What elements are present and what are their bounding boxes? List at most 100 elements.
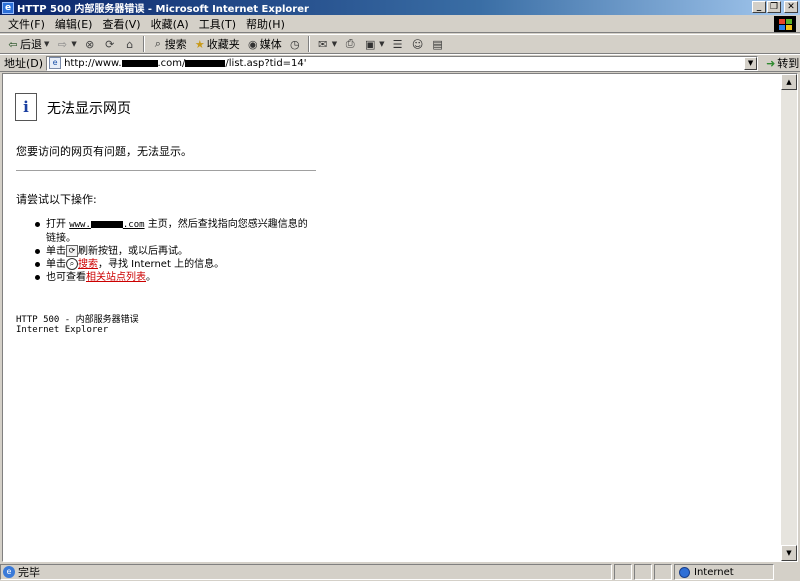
research-icon: ▤	[432, 37, 443, 51]
favorites-button[interactable]: ★ 收藏夹	[190, 35, 243, 53]
home-icon: ⌂	[126, 37, 134, 51]
address-label: 地址(D)	[4, 57, 44, 70]
step-text: 单击	[46, 246, 66, 257]
search-label: 搜索	[164, 38, 187, 51]
edit-icon: ▣	[364, 37, 376, 51]
page-content: i 无法显示网页 您要访问的网页有问题，无法显示。 请尝试以下操作: 打开 ww…	[2, 73, 798, 562]
history-button[interactable]: ◷	[285, 35, 305, 53]
related-sites-link[interactable]: 相关站点列表	[86, 272, 146, 283]
step-text: 刷新按钮，或以后再试。	[78, 246, 188, 257]
link-text: www.	[69, 220, 91, 230]
stop-button[interactable]: ⊗	[80, 35, 100, 53]
windows-logo-icon	[774, 16, 796, 32]
url-mid: .com/	[157, 57, 186, 69]
scroll-up-icon[interactable]: ▲	[781, 74, 797, 90]
homepage-link[interactable]: www. .com	[69, 220, 144, 230]
redacted-text	[121, 59, 158, 67]
standard-toolbar: ⇦ 后退 ▼ ⇨ ▼ ⊗ ⟳ ⌂ ⌕ 搜索 ★ 收藏夹 ◉ 媒体 ◷ ✉ ▼ ⎙…	[0, 34, 800, 54]
mail-button[interactable]: ✉ ▼	[313, 35, 340, 53]
step-text: 打开	[46, 219, 66, 230]
favorites-icon: ★	[194, 37, 205, 51]
toolbar-divider	[142, 36, 145, 52]
chevron-down-icon[interactable]: ▼	[44, 40, 49, 48]
print-button[interactable]: ⎙	[340, 35, 360, 53]
back-arrow-icon: ⇦	[8, 37, 18, 51]
vertical-scrollbar[interactable]: ▲ ▼	[781, 74, 797, 561]
status-cell	[614, 564, 632, 580]
go-label: 转到	[777, 57, 800, 70]
media-label: 媒体	[259, 38, 282, 51]
refresh-button[interactable]: ⟳	[100, 35, 120, 53]
toolbar-divider	[307, 36, 310, 52]
chevron-down-icon[interactable]: ▼	[744, 56, 758, 70]
refresh-icon: ⟳	[105, 37, 115, 51]
status-bar: e 完毕 Internet	[0, 563, 800, 581]
step-text: 。	[146, 272, 156, 283]
menu-help[interactable]: 帮助(H)	[241, 16, 290, 32]
suggestions-title: 请尝试以下操作:	[16, 193, 97, 206]
favorites-label: 收藏夹	[206, 38, 240, 51]
menu-favorites[interactable]: 收藏(A)	[146, 16, 194, 32]
error-description: 您要访问的网页有问题，无法显示。	[16, 145, 192, 158]
browser-name: Internet Explorer	[16, 325, 109, 335]
window-controls: _ ❐ ✕	[752, 1, 798, 13]
search-link[interactable]: 搜索	[78, 259, 98, 270]
search-button[interactable]: ⌕ 搜索	[148, 35, 190, 53]
ie-page-icon: e	[3, 566, 15, 578]
status-text: 完毕	[18, 566, 40, 579]
redacted-text	[185, 59, 226, 67]
chevron-down-icon[interactable]: ▼	[332, 40, 337, 48]
menu-tools[interactable]: 工具(T)	[194, 16, 241, 32]
close-button[interactable]: ✕	[784, 1, 798, 13]
list-item: 也可查看相关站点列表。	[16, 271, 316, 284]
menu-edit[interactable]: 编辑(E)	[50, 16, 98, 32]
go-arrow-icon: ➜	[766, 56, 776, 70]
info-icon: i	[15, 93, 37, 121]
back-label: 后退	[20, 38, 42, 51]
restore-button[interactable]: ❐	[767, 1, 781, 13]
messenger-icon: ☺	[411, 37, 424, 51]
url-suffix: /list.asp?tid=14'	[225, 57, 307, 69]
error-code: HTTP 500 - 内部服务器错误	[16, 315, 139, 325]
menu-view[interactable]: 查看(V)	[97, 16, 145, 32]
history-icon: ◷	[289, 37, 300, 51]
step-text: 单击	[46, 259, 66, 270]
status-cell	[654, 564, 672, 580]
step-text: 也可查看	[46, 272, 86, 283]
zone-label: Internet	[694, 566, 734, 578]
ie-logo-icon: e	[2, 1, 14, 14]
chevron-down-icon[interactable]: ▼	[71, 40, 76, 48]
step-text: ，寻找 Internet 上的信息。	[98, 259, 225, 270]
address-bar: 地址(D) e http://www. .com/ /list.asp?tid=…	[0, 54, 800, 72]
home-button[interactable]: ⌂	[120, 35, 140, 53]
security-zone: Internet	[674, 564, 774, 580]
messenger-button[interactable]: ☺	[408, 35, 428, 53]
search-icon: ⌕	[66, 258, 78, 270]
status-text-area: e 完毕	[0, 564, 612, 580]
menu-bar: 文件(F) 编辑(E) 查看(V) 收藏(A) 工具(T) 帮助(H)	[0, 15, 800, 33]
discuss-button[interactable]: ☰	[388, 35, 408, 53]
print-icon: ⎙	[345, 37, 355, 50]
forward-arrow-icon: ⇨	[57, 37, 67, 51]
back-button[interactable]: ⇦ 后退 ▼	[3, 35, 52, 53]
minimize-button[interactable]: _	[752, 1, 766, 13]
chevron-down-icon[interactable]: ▼	[379, 40, 384, 48]
research-button[interactable]: ▤	[428, 35, 448, 53]
go-button[interactable]: ➜ 转到	[766, 55, 799, 71]
page-title: 无法显示网页	[47, 101, 131, 117]
list-item: 单击 ⟳ 刷新按钮，或以后再试。	[16, 245, 316, 258]
list-item: 单击 ⌕ 搜索，寻找 Internet 上的信息。	[16, 258, 316, 271]
scroll-down-icon[interactable]: ▼	[781, 545, 797, 561]
divider	[16, 170, 316, 171]
media-button[interactable]: ◉ 媒体	[243, 35, 285, 53]
forward-button[interactable]: ⇨ ▼	[52, 35, 79, 53]
menu-file[interactable]: 文件(F)	[3, 16, 50, 32]
address-input[interactable]: e http://www. .com/ /list.asp?tid=14' ▼	[46, 55, 759, 71]
media-icon: ◉	[247, 37, 258, 51]
search-icon: ⌕	[154, 37, 161, 50]
list-item: 打开 www. .com 主页，然后查找指向您感兴趣信息的链接。	[16, 218, 316, 245]
page-icon: e	[49, 57, 62, 69]
suggestions-list: 打开 www. .com 主页，然后查找指向您感兴趣信息的链接。 单击 ⟳ 刷新按钮，…	[16, 218, 316, 284]
edit-button[interactable]: ▣ ▼	[360, 35, 387, 53]
stop-icon: ⊗	[85, 37, 95, 51]
